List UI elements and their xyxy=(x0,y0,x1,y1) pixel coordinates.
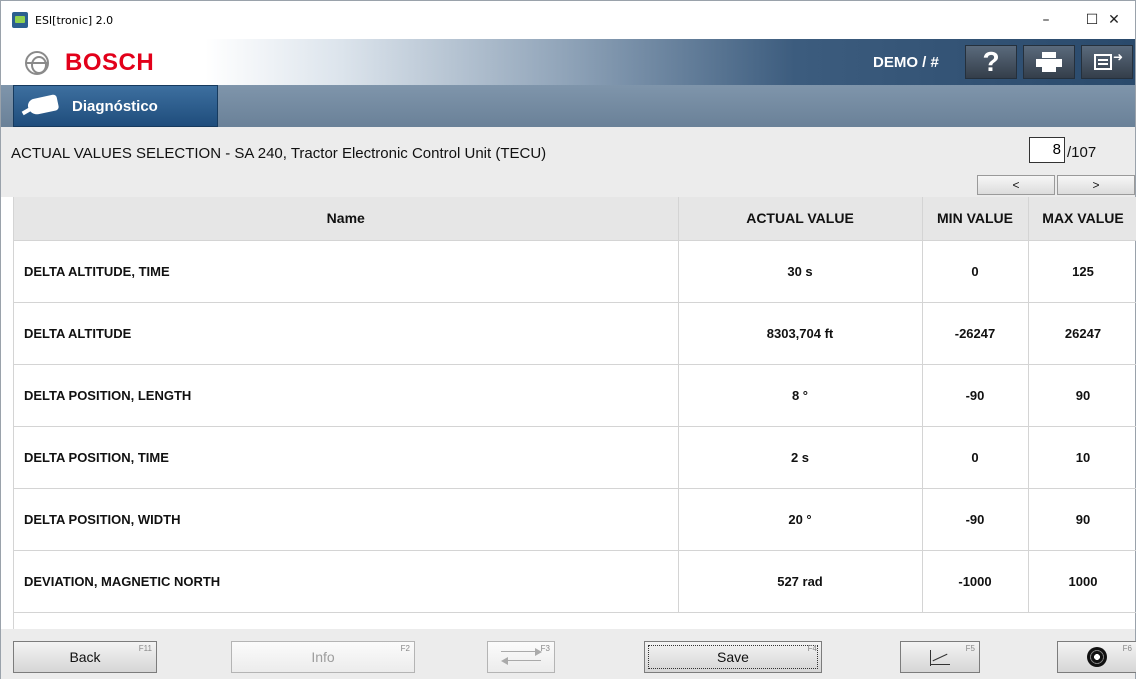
user-label: DEMO / # xyxy=(873,54,939,71)
cell-actual: 527 rad xyxy=(678,550,923,613)
minimize-button[interactable]: – xyxy=(1023,1,1069,39)
printer-icon xyxy=(1036,52,1062,72)
cell-name: DELTA POSITION, TIME xyxy=(14,426,679,489)
cell-name: DELTA POSITION, WIDTH xyxy=(14,488,679,551)
cell-name: DELTA ALTITUDE xyxy=(14,302,679,365)
settings-key-hint: F6 xyxy=(1122,644,1132,653)
cell-max: 125 xyxy=(1028,240,1136,303)
bosch-logo-icon xyxy=(25,51,49,75)
cell-actual: 20 ° xyxy=(678,488,923,551)
page-total: /107 xyxy=(1067,144,1097,161)
cell-actual: 8 ° xyxy=(678,364,923,427)
back-key-hint: F11 xyxy=(138,644,152,653)
settings-button[interactable]: F6 xyxy=(1057,641,1136,673)
values-table: Name ACTUAL VALUE MIN VALUE MAX VALUE DE… xyxy=(14,197,1136,613)
table-row[interactable]: DELTA POSITION, WIDTH 20 ° -90 90 xyxy=(14,488,1136,551)
values-table-container: Name ACTUAL VALUE MIN VALUE MAX VALUE DE… xyxy=(13,197,1136,629)
column-header-max[interactable]: MAX VALUE xyxy=(1028,197,1136,241)
table-row[interactable]: DELTA ALTITUDE 8303,704 ft -26247 26247 xyxy=(14,302,1136,365)
column-header-actual[interactable]: ACTUAL VALUE xyxy=(678,197,923,241)
table-row[interactable]: DEVIATION, MAGNETIC NORTH 527 rad -1000 … xyxy=(14,550,1136,613)
cell-actual: 30 s xyxy=(678,240,923,303)
export-button[interactable]: ➜ xyxy=(1081,45,1133,79)
window-title: ESI[tronic] 2.0 xyxy=(35,13,114,27)
info-button[interactable]: Info F2 xyxy=(231,641,415,673)
gear-icon xyxy=(1087,647,1107,667)
cell-min: 0 xyxy=(922,240,1029,303)
tab-diagnostico[interactable]: Diagnóstico xyxy=(13,85,218,127)
swap-arrows-icon xyxy=(501,648,542,665)
brand-header: BOSCH DEMO / # ? ➜ xyxy=(1,39,1135,85)
cell-name: DEVIATION, MAGNETIC NORTH xyxy=(14,550,679,613)
cell-min: -1000 xyxy=(922,550,1029,613)
cell-name: DELTA ALTITUDE, TIME xyxy=(14,240,679,303)
help-icon: ? xyxy=(982,46,1000,77)
footer-toolbar: Back F11 Info F2 F3 Save F4 F5 F6 xyxy=(1,629,1136,679)
swap-key-hint: F3 xyxy=(540,644,550,653)
cell-min: -90 xyxy=(922,364,1029,427)
diagnostic-plug-icon xyxy=(21,94,62,117)
back-button-label: Back xyxy=(69,649,101,665)
brand-name: BOSCH xyxy=(65,49,155,76)
cell-name: DELTA POSITION, LENGTH xyxy=(14,364,679,427)
title-bar: ESI[tronic] 2.0 – ☐ ✕ xyxy=(1,1,1135,39)
column-header-min[interactable]: MIN VALUE xyxy=(922,197,1029,241)
tab-diagnostico-label: Diagnóstico xyxy=(72,97,158,115)
cell-actual: 8303,704 ft xyxy=(678,302,923,365)
page-title: ACTUAL VALUES SELECTION - SA 240, Tracto… xyxy=(11,145,547,162)
swap-button[interactable]: F3 xyxy=(487,641,555,673)
column-header-name[interactable]: Name xyxy=(14,197,679,241)
table-row[interactable]: DELTA ALTITUDE, TIME 30 s 0 125 xyxy=(14,240,1136,303)
cell-max: 26247 xyxy=(1028,302,1136,365)
table-row[interactable]: DELTA POSITION, TIME 2 s 0 10 xyxy=(14,426,1136,489)
cell-max: 1000 xyxy=(1028,550,1136,613)
save-button[interactable]: Save F4 xyxy=(644,641,822,673)
measure-key-hint: F5 xyxy=(965,644,975,653)
back-button[interactable]: Back F11 xyxy=(13,641,157,673)
prev-page-button[interactable]: < xyxy=(977,175,1055,195)
cell-max: 90 xyxy=(1028,364,1136,427)
cell-max: 10 xyxy=(1028,426,1136,489)
page-number-input[interactable]: 8 xyxy=(1029,137,1065,163)
cell-max: 90 xyxy=(1028,488,1136,551)
export-icon: ➜ xyxy=(1094,51,1123,72)
table-header-row: Name ACTUAL VALUE MIN VALUE MAX VALUE xyxy=(14,197,1136,241)
app-icon xyxy=(12,12,28,28)
info-button-label: Info xyxy=(311,649,335,665)
next-page-button[interactable]: > xyxy=(1057,175,1135,195)
nav-bar: Diagnóstico xyxy=(1,85,1135,127)
save-key-hint: F4 xyxy=(807,644,817,653)
cell-min: 0 xyxy=(922,426,1029,489)
close-button[interactable]: ✕ xyxy=(1091,1,1136,39)
app-window: ESI[tronic] 2.0 – ☐ ✕ BOSCH DEMO / # ? ➜ xyxy=(0,0,1136,679)
section-header: ACTUAL VALUES SELECTION - SA 240, Tracto… xyxy=(1,127,1135,197)
measure-icon xyxy=(928,648,952,666)
measure-button[interactable]: F5 xyxy=(900,641,980,673)
cell-min: -90 xyxy=(922,488,1029,551)
cell-min: -26247 xyxy=(922,302,1029,365)
table-row[interactable]: DELTA POSITION, LENGTH 8 ° -90 90 xyxy=(14,364,1136,427)
info-key-hint: F2 xyxy=(400,644,410,653)
help-button[interactable]: ? xyxy=(965,45,1017,79)
print-button[interactable] xyxy=(1023,45,1075,79)
cell-actual: 2 s xyxy=(678,426,923,489)
